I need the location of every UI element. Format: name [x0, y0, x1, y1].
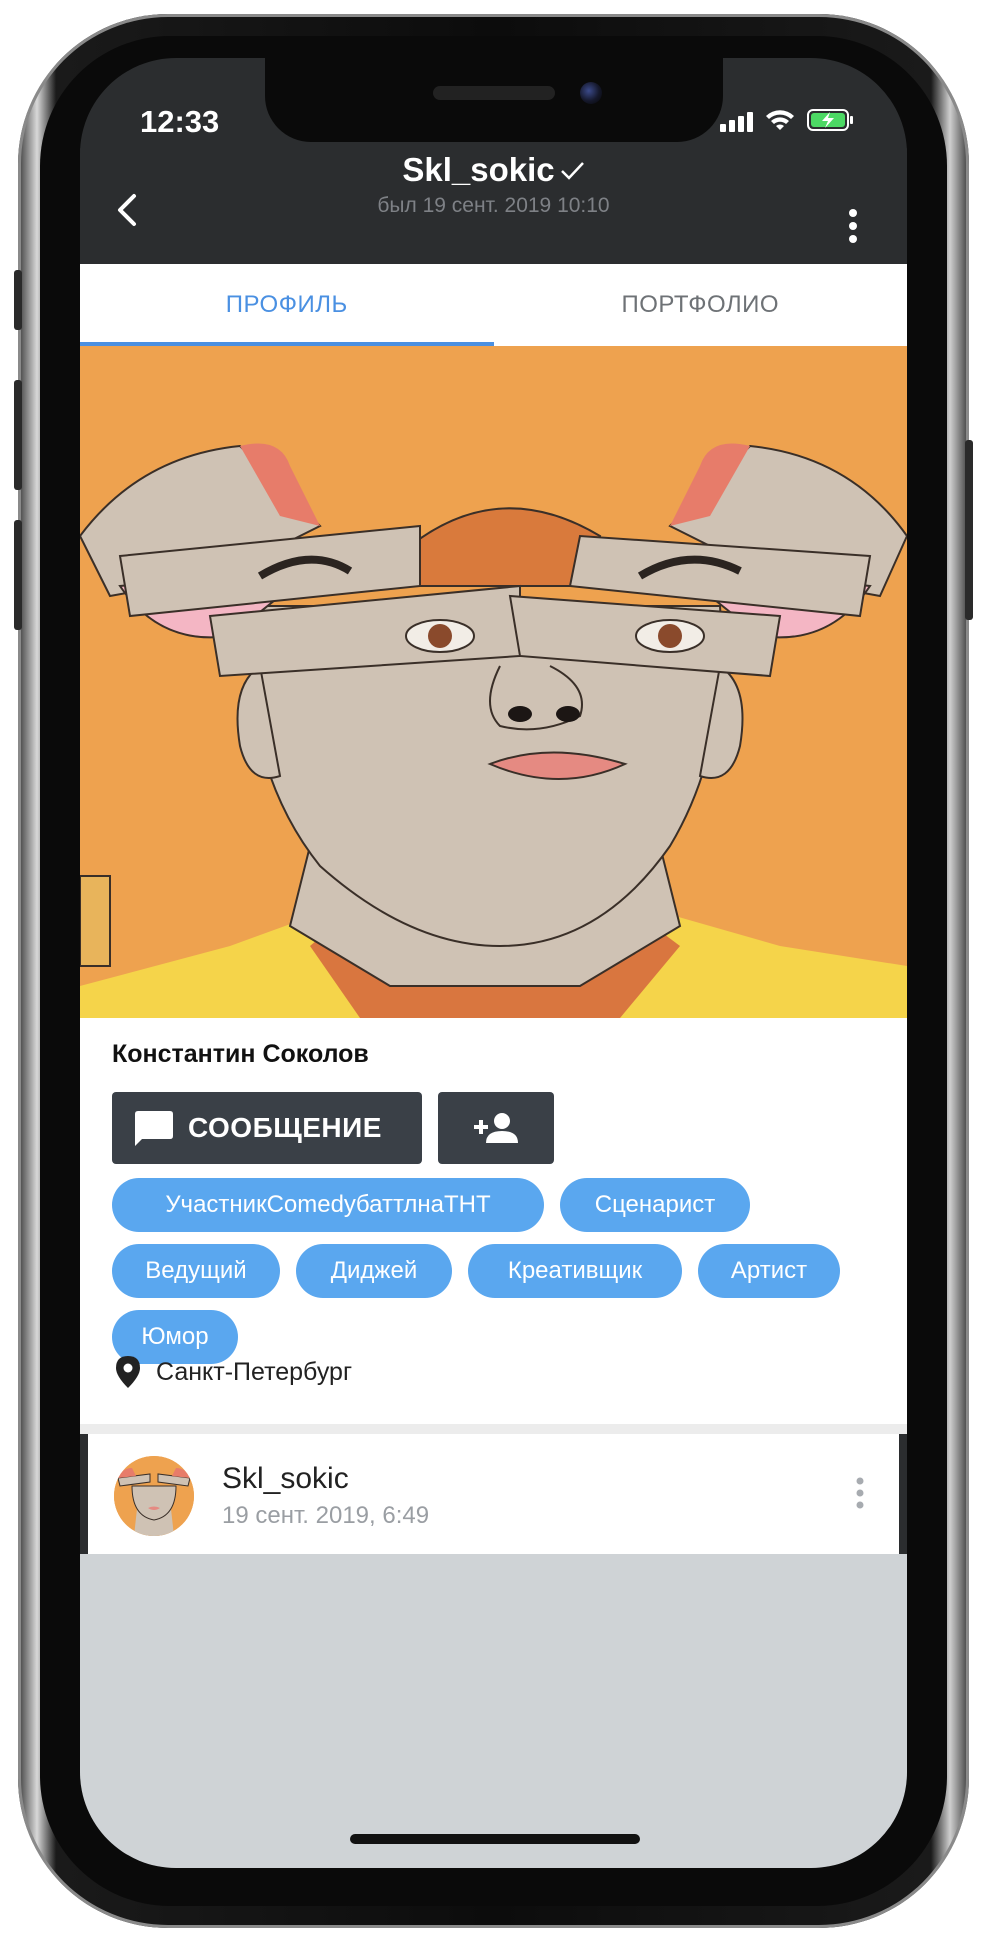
profile-info: Константин Соколов СООБЩЕНИЕ УчастникCom… — [80, 1018, 907, 1424]
avatar-illustration — [114, 1456, 194, 1536]
location-pin-icon — [116, 1356, 140, 1388]
post-more-icon[interactable] — [855, 1476, 865, 1510]
add-friend-button[interactable] — [438, 1092, 554, 1164]
profile-illustration — [80, 346, 907, 1018]
tab-bar: ПРОФИЛЬ ПОРТФОЛИО — [80, 264, 907, 346]
chat-bubble-icon — [135, 1111, 173, 1146]
tag-chip[interactable]: Креативщик — [468, 1244, 682, 1298]
tag-chip[interactable]: Артист — [698, 1244, 840, 1298]
person-add-icon — [474, 1113, 518, 1143]
status-icons — [720, 108, 855, 132]
post-image-preview[interactable] — [80, 1554, 907, 1868]
avatar[interactable] — [114, 1456, 194, 1536]
wifi-icon — [766, 110, 794, 130]
city: Санкт-Петербург — [156, 1357, 353, 1386]
message-button-label: СООБЩЕНИЕ — [188, 1112, 382, 1143]
silent-switch — [14, 270, 22, 330]
status-time: 12:33 — [140, 104, 220, 139]
tab-profile[interactable]: ПРОФИЛЬ — [80, 264, 494, 346]
tab-portfolio[interactable]: ПОРТФОЛИО — [494, 264, 908, 346]
screen: 12:33 Skl_sokic был 19 сент. 2019 10:10 … — [80, 58, 907, 1868]
post-author[interactable]: Skl_sokic — [222, 1462, 349, 1496]
power-button — [965, 440, 973, 620]
profile-photo — [80, 346, 907, 1018]
verified-check-icon — [560, 162, 584, 180]
post-card[interactable]: Skl_sokic 19 сент. 2019, 6:49 — [88, 1434, 899, 1554]
battery-charging-icon — [807, 109, 853, 131]
section-divider — [80, 1424, 907, 1434]
profile-title: Skl_sokic — [80, 151, 907, 189]
message-button[interactable]: СООБЩЕНИЕ — [112, 1092, 422, 1164]
more-vert-icon[interactable] — [847, 208, 859, 244]
location: Санкт-Петербург — [116, 1356, 352, 1388]
tag-chip[interactable]: Сценарист — [560, 1178, 750, 1232]
username: Skl_sokic — [402, 151, 555, 188]
volume-up-button — [14, 380, 22, 490]
tag-chip[interactable]: Ведущий — [112, 1244, 280, 1298]
volume-down-button — [14, 520, 22, 630]
tag-chip[interactable]: УчастникComedyбаттлнаТНТ — [112, 1178, 544, 1232]
post-date: 19 сент. 2019, 6:49 — [222, 1502, 430, 1529]
status-bar: 12:33 — [80, 58, 907, 148]
cellular-signal-icon — [720, 112, 753, 132]
tag-chip[interactable]: Диджей — [296, 1244, 452, 1298]
home-indicator[interactable] — [350, 1834, 640, 1844]
full-name: Константин Соколов — [112, 1040, 369, 1068]
last-seen: был 19 сент. 2019 10:10 — [377, 194, 610, 217]
